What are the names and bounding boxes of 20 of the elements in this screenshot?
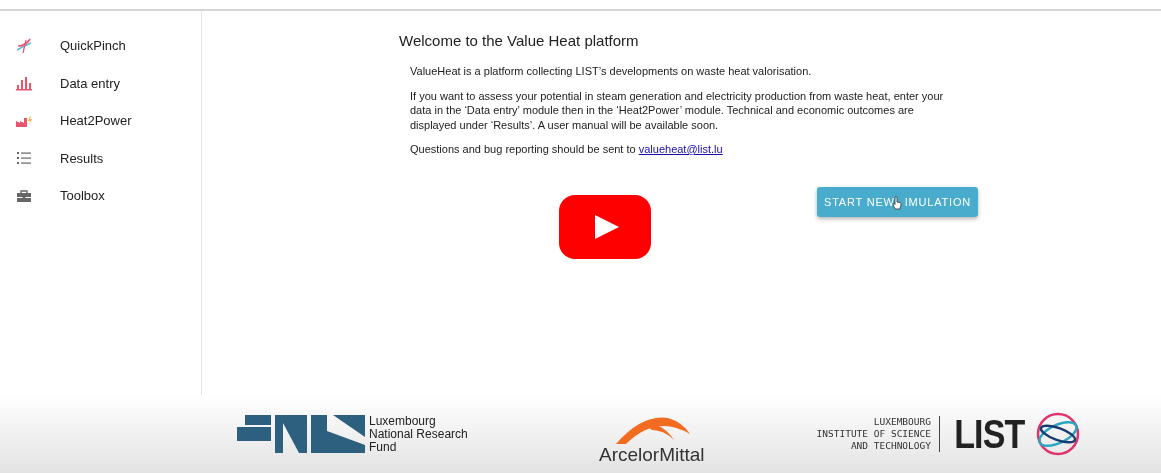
sidebar-item[interactable]: QuickPinch: [0, 27, 201, 65]
list-caption: LUXEMBOURG INSTITUTE OF SCIENCE AND TECHNOLOGY: [816, 416, 940, 452]
contact-sentence: Questions and bug reporting should be sent to valueheat@list.lu: [410, 142, 724, 157]
fnr-logo-icon: [237, 415, 365, 453]
page-title: Welcome to the Value Heat platform: [399, 32, 640, 49]
arcelormittal-name: ArcelorMittal: [599, 444, 705, 466]
sidebar-item[interactable]: Toolbox: [0, 177, 201, 215]
sidebar-item[interactable]: Data entry: [0, 64, 201, 102]
play-video-icon[interactable]: [559, 194, 651, 259]
globe-rings-icon: [1034, 411, 1081, 457]
fnr-name: Luxembourg National Research Fund: [369, 414, 469, 454]
sidebar-item[interactable]: Heat2Power: [0, 102, 201, 140]
email-link[interactable]: valueheat@list.lu: [638, 143, 723, 155]
paragraph: If you want to assess your potential in steam generation and electricity production from waste heat, enter your data in the ‘Data entry’ module then in the ‘Heat2Power’ module. Technical and economic outcomes are displayed under ‘Results’. A user manual will be available soon.: [410, 88, 945, 132]
paragraph: ValueHeat is a platform collecting LIST’s developments on waste heat valorisation.: [410, 64, 813, 79]
bar-chart-icon: [15, 74, 33, 93]
hand-cursor-icon: [892, 195, 902, 210]
list-wordmark: LIST: [954, 411, 1025, 457]
sidebar-item[interactable]: Results: [0, 139, 201, 177]
crossing-lines-icon: [15, 36, 33, 55]
